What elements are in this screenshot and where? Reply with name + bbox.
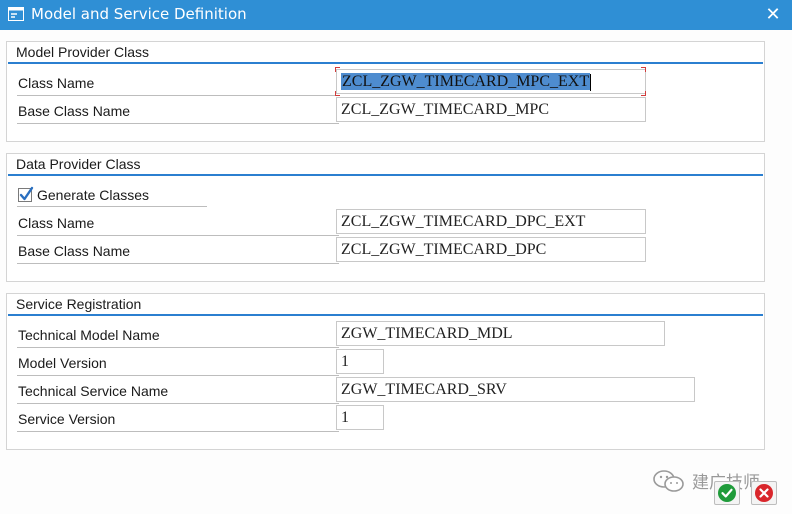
group-header: Data Provider Class: [7, 154, 764, 176]
dpc-class-name-label: Class Name: [18, 215, 95, 231]
focus-corner: [335, 67, 340, 72]
dpc-base-class-value: ZCL_ZGW_TIMECARD_DPC: [341, 241, 547, 258]
tech-model-name-value: ZGW_TIMECARD_MDL: [341, 325, 513, 342]
wechat-icon: [653, 470, 684, 492]
mpc-class-name-label: Class Name: [18, 75, 95, 91]
model-version-label: Model Version: [18, 355, 107, 371]
data-provider-group: Data Provider Class Generate Classes Cla…: [6, 153, 765, 282]
service-version-value: 1: [341, 409, 349, 426]
confirm-button[interactable]: [714, 481, 740, 505]
text-caret: [590, 73, 592, 91]
row-divider: [17, 235, 339, 236]
service-registration-group: Service Registration Technical Model Nam…: [6, 293, 765, 450]
group-title: Data Provider Class: [16, 156, 141, 172]
cancel-button[interactable]: [751, 481, 777, 505]
mpc-base-class-label: Base Class Name: [18, 103, 131, 119]
group-header: Service Registration: [7, 294, 764, 316]
row-divider: [17, 263, 339, 264]
row-divider: [17, 95, 339, 96]
group-divider: [8, 314, 763, 316]
group-divider: [8, 174, 763, 176]
model-provider-group: Model Provider Class Class Name Base Cla…: [6, 41, 765, 142]
row-divider: [17, 347, 339, 348]
dpc-class-name-field[interactable]: ZCL_ZGW_TIMECARD_DPC_EXT: [336, 209, 646, 234]
dpc-base-class-label: Base Class Name: [18, 243, 131, 259]
check-icon: [19, 186, 34, 201]
window-title: Model and Service Definition: [31, 5, 247, 23]
tech-service-name-field[interactable]: ZGW_TIMECARD_SRV: [336, 377, 695, 402]
tech-service-name-label: Technical Service Name: [18, 383, 169, 399]
tech-service-name-value: ZGW_TIMECARD_SRV: [341, 381, 507, 398]
mpc-base-class-value: ZCL_ZGW_TIMECARD_MPC: [341, 101, 549, 118]
model-version-field[interactable]: 1: [336, 349, 384, 374]
group-divider: [8, 62, 763, 64]
title-bar: Model and Service Definition ✕: [0, 0, 792, 30]
row-divider: [17, 206, 207, 207]
service-version-label: Service Version: [18, 411, 116, 427]
group-title: Model Provider Class: [16, 44, 150, 60]
model-version-value: 1: [341, 353, 349, 370]
row-divider: [17, 431, 339, 432]
group-header: Model Provider Class: [7, 42, 764, 64]
dpc-class-name-value: ZCL_ZGW_TIMECARD_DPC_EXT: [341, 213, 586, 230]
group-title: Service Registration: [16, 296, 142, 312]
service-version-field[interactable]: 1: [336, 405, 384, 430]
dpc-base-class-field[interactable]: ZCL_ZGW_TIMECARD_DPC: [336, 237, 646, 262]
mpc-class-name-field[interactable]: ZCL_ZGW_TIMECARD_MPC_EXT: [336, 69, 646, 94]
tech-model-name-label: Technical Model Name: [18, 327, 160, 343]
generate-classes-label: Generate Classes: [37, 187, 150, 203]
mpc-base-class-field[interactable]: ZCL_ZGW_TIMECARD_MPC: [336, 97, 646, 122]
focus-corner: [641, 67, 646, 72]
form-icon: [8, 7, 24, 21]
row-divider: [17, 403, 339, 404]
close-icon[interactable]: ✕: [764, 5, 782, 23]
check-icon: [718, 484, 736, 502]
cancel-icon: [755, 484, 773, 502]
focus-corner: [641, 91, 646, 96]
row-divider: [17, 375, 339, 376]
row-divider: [17, 123, 339, 124]
tech-model-name-field[interactable]: ZGW_TIMECARD_MDL: [336, 321, 665, 346]
mpc-class-name-value: ZCL_ZGW_TIMECARD_MPC_EXT: [341, 73, 591, 90]
generate-classes-checkbox[interactable]: [18, 186, 34, 202]
focus-corner: [335, 91, 340, 96]
